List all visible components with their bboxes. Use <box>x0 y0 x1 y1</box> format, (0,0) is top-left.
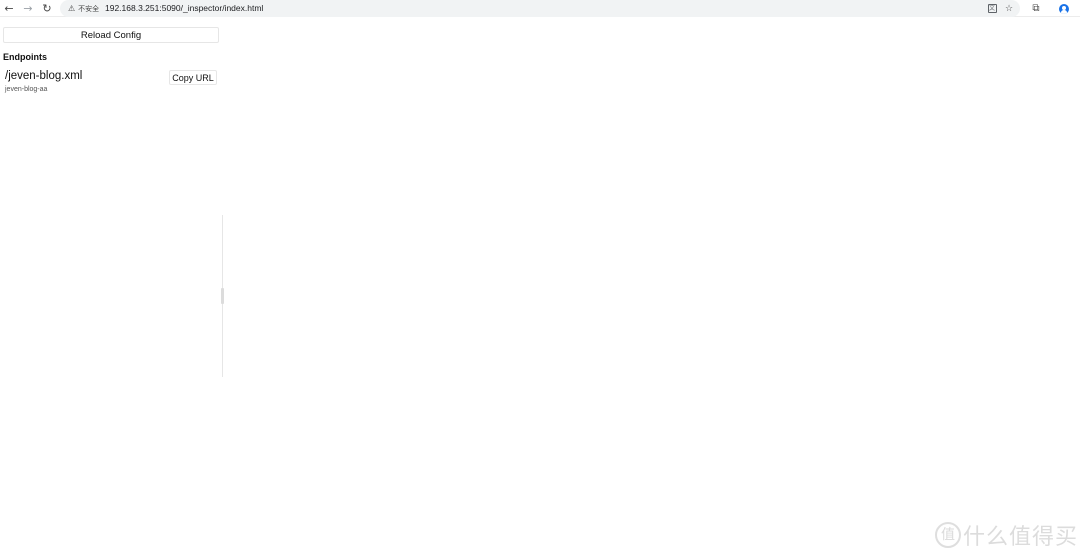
browser-toolbar: ← → ↻ ⚠ 不安全 192.168.3.251:5090/_inspecto… <box>0 0 1080 17</box>
endpoint-path: /jeven-blog.xml <box>5 70 83 82</box>
copy-url-button[interactable]: Copy URL <box>169 70 217 85</box>
page: ← → ↻ ⚠ 不安全 192.168.3.251:5090/_inspecto… <box>0 0 1080 557</box>
bookmark-button[interactable]: ☆ <box>1002 1 1016 16</box>
translate-icon: 文 <box>987 4 997 13</box>
endpoints-heading: Endpoints <box>3 52 47 62</box>
watermark: 值 什么值得买 <box>934 519 1078 551</box>
security-chip[interactable]: ⚠ 不安全 <box>64 2 103 15</box>
profile-button[interactable] <box>1056 1 1072 16</box>
endpoint-item[interactable]: /jeven-blog.xml jeven-blog-aa Copy URL <box>3 69 219 97</box>
left-panel: Reload Config Endpoints /jeven-blog.xml … <box>0 22 222 122</box>
puzzle-icon: ⧉ <box>1032 3 1040 14</box>
back-arrow-icon: ← <box>4 2 14 15</box>
watermark-logo: 值 <box>934 522 961 548</box>
forward-arrow-icon: → <box>23 2 33 15</box>
security-label: 不安全 <box>78 5 100 13</box>
reload-page-button[interactable]: ↻ <box>39 1 55 16</box>
endpoint-id: jeven-blog-aa <box>5 86 48 93</box>
watermark-text: 什么值得买 <box>962 525 1078 550</box>
translate-button[interactable]: 文 <box>985 1 999 16</box>
warning-triangle-icon: ⚠ <box>68 3 76 13</box>
reload-icon: ↻ <box>42 2 52 15</box>
extensions-button[interactable]: ⧉ <box>1028 1 1044 16</box>
reload-config-button[interactable]: Reload Config <box>3 27 219 43</box>
star-icon: ☆ <box>1004 3 1014 14</box>
detail-panel <box>224 22 1080 557</box>
url-text[interactable]: 192.168.3.251:5090/_inspector/index.html <box>105 3 263 13</box>
back-button[interactable]: ← <box>1 1 17 16</box>
avatar-icon <box>1059 3 1069 14</box>
address-bar[interactable]: ⚠ 不安全 192.168.3.251:5090/_inspector/inde… <box>60 0 1020 17</box>
forward-button[interactable]: → <box>20 1 36 16</box>
